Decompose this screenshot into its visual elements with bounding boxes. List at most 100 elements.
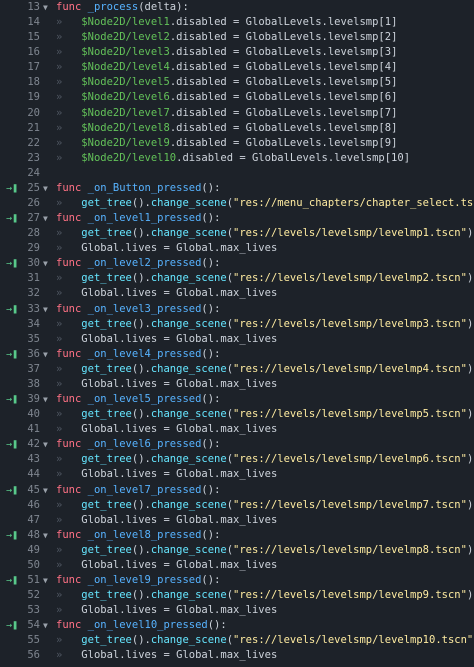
code-line[interactable]: 50 » Global.lives = Global.max_lives [0,558,474,573]
code-line[interactable]: 14 » $Node2D/level1.disabled = GlobalLeve… [0,15,474,30]
code-line[interactable]: →❚ 51 ▼ func _on_level9_pressed(): [0,573,474,588]
code-line[interactable]: →❚ 36 ▼ func _on_level4_pressed(): [0,347,474,362]
indent-marker: » [56,272,82,285]
signal-connection-icon[interactable]: →❚ [6,573,18,588]
code-line[interactable]: 37 » get_tree().change_scene("res://level… [0,362,474,377]
code-line[interactable]: 17 » $Node2D/level4.disabled = GlobalLeve… [0,60,474,75]
code-line[interactable]: 49 » get_tree().change_scene("res://level… [0,543,474,558]
code-line[interactable]: 20 » $Node2D/level7.disabled = GlobalLeve… [0,106,474,121]
script-editor[interactable]: 13 ▼ func _process(delta): 14» $Node2D/leve… [0,0,474,667]
code-line[interactable]: →❚ 45 ▼ func _on_level7_pressed(): [0,483,474,498]
code-line[interactable]: →❚ 54 ▼ func _on_level10_pressed(): [0,618,474,633]
fold-arrow-icon[interactable]: ▼ [43,302,48,317]
code-line[interactable]: →❚ 27 ▼ func _on_level1_pressed(): [0,211,474,226]
code-line[interactable]: 46 » get_tree().change_scene("res://level… [0,498,474,513]
code-line[interactable]: 38 » Global.lives = Global.max_lives [0,377,474,392]
fold-arrow-icon[interactable]: ▼ [43,437,48,452]
indent-marker: » [56,136,82,149]
line-number: 14 [27,16,40,29]
code-line[interactable]: 32 » Global.lives = Global.max_lives [0,286,474,301]
line-number: 25 [27,181,40,194]
code-line[interactable]: 43 » get_tree().change_scene("res://level… [0,452,474,467]
code-line[interactable]: →❚ 30 ▼ func _on_level2_pressed(): [0,256,474,271]
signal-connection-icon[interactable]: →❚ [6,437,18,452]
code-line[interactable]: 47 » Global.lives = Global.max_lives [0,513,474,528]
code-line[interactable]: 21 » $Node2D/level8.disabled = GlobalLeve… [0,121,474,136]
code-line[interactable]: →❚ 48 ▼ func _on_level8_pressed(): [0,528,474,543]
token-path: $Node2D/level1 [81,16,170,29]
code-line[interactable]: 40 » get_tree().change_scene("res://level… [0,407,474,422]
signal-connection-icon[interactable]: →❚ [6,256,18,271]
token-fn: _on_level5_pressed [87,393,202,406]
fold-arrow-icon[interactable]: ▼ [43,573,48,588]
token-var: ) [466,227,474,240]
token-var: (): [207,619,227,632]
code-line[interactable]: 55 » get_tree().change_scene("res://level… [0,633,474,648]
code-line[interactable]: 35 » Global.lives = Global.max_lives [0,332,474,347]
token-var: ) [466,317,474,330]
code-line[interactable]: 13 ▼ func _process(delta): [0,0,474,15]
token-var: ) [466,543,474,556]
code-line[interactable]: 15 » $Node2D/level2.disabled = GlobalLeve… [0,30,474,45]
code-text: » $Node2D/level4.disabled = GlobalLevels… [56,60,397,75]
line-number: 41 [27,423,40,436]
token-var: ) [466,272,474,285]
token-var: (). [131,197,151,210]
code-text: » get_tree().change_scene("res://menu_ch… [56,196,474,211]
token-call: change_scene [150,272,227,285]
token-call: change_scene [150,317,227,330]
code-line[interactable]: 41 » Global.lives = Global.max_lives [0,422,474,437]
signal-connection-icon[interactable]: →❚ [6,181,18,196]
code-text: » Global.lives = Global.max_lives [56,286,277,301]
code-line[interactable]: 23 » $Node2D/level10.disabled = GlobalLev… [0,151,474,166]
signal-connection-icon[interactable]: →❚ [6,392,18,407]
fold-arrow-icon[interactable]: ▼ [43,483,48,498]
token-var: (). [131,589,151,602]
signal-connection-icon[interactable]: →❚ [6,618,18,633]
fold-arrow-icon[interactable]: ▼ [43,181,48,196]
token-var: (). [131,272,151,285]
signal-connection-icon[interactable]: →❚ [6,211,18,226]
fold-arrow-icon[interactable]: ▼ [43,256,48,271]
indent-marker: » [56,362,82,375]
code-line[interactable]: →❚ 25 ▼ func _on_Button_pressed(): [0,181,474,196]
code-line[interactable]: 44 » Global.lives = Global.max_lives [0,467,474,482]
line-number: 49 [27,543,40,556]
signal-connection-icon[interactable]: →❚ [6,483,18,498]
code-line[interactable]: 56 » Global.lives = Global.max_lives [0,648,474,663]
code-line[interactable]: 18 » $Node2D/level5.disabled = GlobalLeve… [0,75,474,90]
code-line[interactable]: →❚ 39 ▼ func _on_level5_pressed(): [0,392,474,407]
code-line[interactable]: 34 » get_tree().change_scene("res://level… [0,317,474,332]
token-var: Global.lives = Global.max_lives [81,423,278,436]
code-line[interactable]: 22 » $Node2D/level9.disabled = GlobalLeve… [0,136,474,151]
code-line[interactable]: →❚ 42 ▼ func _on_level6_pressed(): [0,437,474,452]
token-str: "res://menu_chapters/chapter_select.tscn… [233,197,474,210]
signal-connection-icon[interactable]: →❚ [6,528,18,543]
token-path: $Node2D/level7 [81,106,170,119]
code-line[interactable]: 24 [0,166,474,181]
token-str: "res://levels/levelsmp/levelmp1.tscn" [233,227,467,240]
code-line[interactable]: 53 » Global.lives = Global.max_lives [0,603,474,618]
code-line[interactable]: 52 » get_tree().change_scene("res://level… [0,588,474,603]
signal-connection-icon[interactable]: →❚ [6,302,18,317]
code-line[interactable]: 16 » $Node2D/level3.disabled = GlobalLeve… [0,45,474,60]
code-line[interactable]: 28 » get_tree().change_scene("res://level… [0,226,474,241]
code-line[interactable]: 31 » get_tree().change_scene("res://level… [0,271,474,286]
fold-arrow-icon[interactable]: ▼ [43,0,48,15]
indent-marker: » [56,46,82,59]
fold-arrow-icon[interactable]: ▼ [43,211,48,226]
token-path: $Node2D/level9 [81,136,170,149]
token-kw: func [56,257,82,270]
fold-arrow-icon[interactable]: ▼ [43,392,48,407]
fold-arrow-icon[interactable]: ▼ [43,618,48,633]
code-line[interactable]: 19 » $Node2D/level6.disabled = GlobalLeve… [0,90,474,105]
code-line[interactable]: →❚ 33 ▼ func _on_level3_pressed(): [0,302,474,317]
code-text: » $Node2D/level6.disabled = GlobalLevels… [56,90,397,105]
fold-arrow-icon[interactable]: ▼ [43,528,48,543]
code-line[interactable]: 29 » Global.lives = Global.max_lives [0,241,474,256]
signal-connection-icon[interactable]: →❚ [6,347,18,362]
fold-arrow-icon[interactable]: ▼ [43,347,48,362]
code-line[interactable]: 26 » get_tree().change_scene("res://menu_… [0,196,474,211]
indent-marker: » [56,649,82,662]
token-var: (delta): [138,1,189,13]
